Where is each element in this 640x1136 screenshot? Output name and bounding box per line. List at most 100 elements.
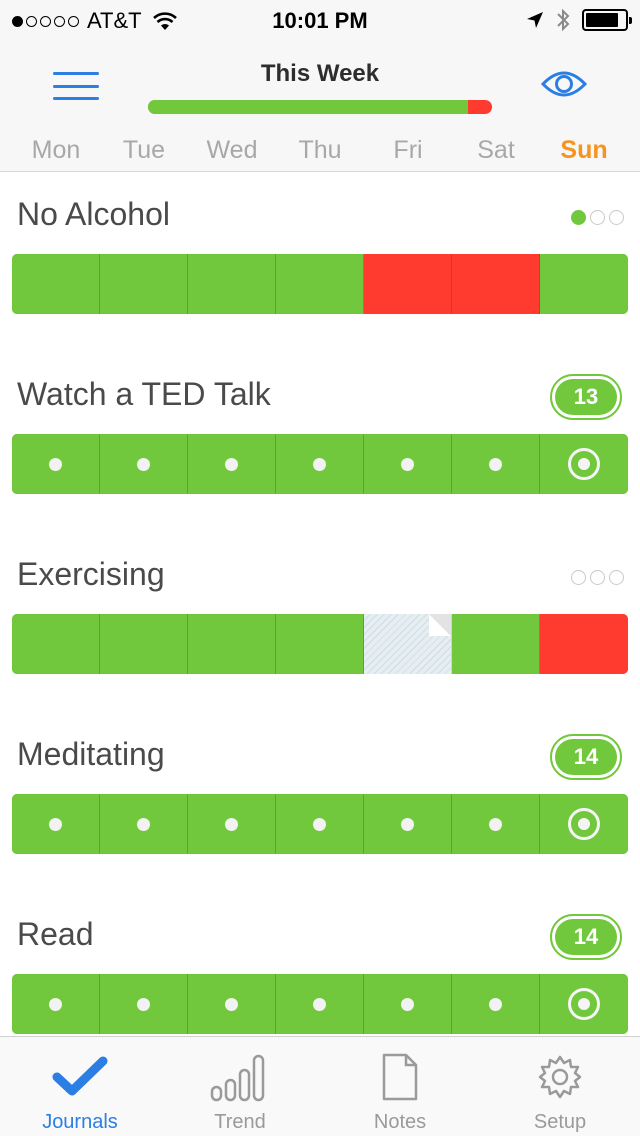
day-cell-sun[interactable] xyxy=(540,794,628,854)
day-cell-wed[interactable] xyxy=(188,614,276,674)
day-cell-wed[interactable] xyxy=(188,794,276,854)
week-progress-bar xyxy=(148,100,492,114)
day-cell-sat[interactable] xyxy=(452,434,540,494)
completed-dot-icon xyxy=(225,457,238,471)
progress-dot-icon xyxy=(609,210,624,225)
habit-row: No Alcohol xyxy=(0,172,640,352)
streak-count: 14 xyxy=(555,739,617,775)
tab-trend[interactable]: Trend xyxy=(160,1037,320,1136)
progress-dot-icon xyxy=(609,570,624,585)
day-cell-mon[interactable] xyxy=(12,794,100,854)
day-cell-wed[interactable] xyxy=(188,974,276,1034)
streak-count-badge[interactable]: 13 xyxy=(550,374,622,420)
day-cell-thu[interactable] xyxy=(276,434,364,494)
tab-journals[interactable]: Journals xyxy=(0,1037,160,1136)
location-arrow-icon xyxy=(527,12,543,28)
habit-name[interactable]: Meditating xyxy=(17,736,165,773)
document-icon xyxy=(320,1051,480,1103)
day-cell-sat[interactable] xyxy=(452,254,540,314)
day-cell-wed[interactable] xyxy=(188,254,276,314)
day-cell-wed[interactable] xyxy=(188,434,276,494)
completed-dot-icon xyxy=(489,997,502,1011)
bluetooth-icon xyxy=(557,8,570,32)
habit-week-bar xyxy=(12,254,628,314)
completed-dot-icon xyxy=(137,457,150,471)
day-cell-mon[interactable] xyxy=(12,434,100,494)
day-cell-fri[interactable] xyxy=(364,794,452,854)
completed-dot-icon xyxy=(49,817,62,831)
day-cell-mon[interactable] xyxy=(12,974,100,1034)
day-cell-sat[interactable] xyxy=(452,974,540,1034)
day-cell-sun[interactable] xyxy=(540,974,628,1034)
day-cell-sun[interactable] xyxy=(540,614,628,674)
habit-name[interactable]: Exercising xyxy=(17,556,165,593)
day-cell-fri[interactable] xyxy=(364,254,452,314)
gear-icon xyxy=(480,1051,640,1103)
completed-dot-icon xyxy=(313,817,326,831)
streak-count-badge[interactable]: 14 xyxy=(550,914,622,960)
bar-chart-icon xyxy=(160,1051,320,1103)
day-cell-thu[interactable] xyxy=(276,614,364,674)
battery-icon xyxy=(582,9,632,31)
habit-name[interactable]: Read xyxy=(17,916,94,953)
streak-count: 13 xyxy=(555,379,617,415)
view-toggle-button[interactable] xyxy=(540,66,588,102)
day-cell-thu[interactable] xyxy=(276,794,364,854)
completed-dot-icon xyxy=(225,817,238,831)
day-label-fri: Fri xyxy=(393,136,423,164)
completed-dot-icon xyxy=(137,817,150,831)
checkmark-icon xyxy=(0,1051,160,1103)
completed-dot-icon xyxy=(489,817,502,831)
day-cell-tue[interactable] xyxy=(100,794,188,854)
eye-icon xyxy=(540,71,588,97)
progress-dots xyxy=(571,570,624,585)
day-label-tue: Tue xyxy=(122,136,166,164)
completed-dot-icon xyxy=(137,997,150,1011)
streak-count-badge[interactable]: 14 xyxy=(550,734,622,780)
completed-dot-icon xyxy=(401,997,414,1011)
day-cell-tue[interactable] xyxy=(100,434,188,494)
tab-label: Trend xyxy=(214,1111,266,1133)
habit-week-bar xyxy=(12,794,628,854)
day-cell-fri[interactable] xyxy=(364,614,452,674)
tab-setup[interactable]: Setup xyxy=(480,1037,640,1136)
progress-dots xyxy=(571,210,624,225)
completed-dot-icon xyxy=(49,457,62,471)
habit-week-bar xyxy=(12,974,628,1034)
habit-row: Meditating 14 xyxy=(0,712,640,892)
day-cell-thu[interactable] xyxy=(276,974,364,1034)
progress-dot-icon xyxy=(571,210,586,225)
day-label-sun: Sun xyxy=(560,136,608,164)
today-target-icon xyxy=(568,808,600,840)
day-cell-tue[interactable] xyxy=(100,974,188,1034)
day-cell-mon[interactable] xyxy=(12,254,100,314)
tab-bar: Journals Trend Notes Setup xyxy=(0,1036,640,1136)
habit-name[interactable]: Watch a TED Talk xyxy=(17,376,271,413)
habit-row: Watch a TED Talk 13 xyxy=(0,352,640,532)
day-cell-sun[interactable] xyxy=(540,434,628,494)
day-cell-sun[interactable] xyxy=(540,254,628,314)
completed-dot-icon xyxy=(489,457,502,471)
habit-name[interactable]: No Alcohol xyxy=(17,196,170,233)
day-cell-thu[interactable] xyxy=(276,254,364,314)
day-cell-tue[interactable] xyxy=(100,254,188,314)
completed-dot-icon xyxy=(49,997,62,1011)
day-cell-mon[interactable] xyxy=(12,614,100,674)
completed-dot-icon xyxy=(313,457,326,471)
day-label-wed: Wed xyxy=(206,136,258,164)
week-progress-fill xyxy=(148,100,468,114)
day-cell-tue[interactable] xyxy=(100,614,188,674)
day-label-sat: Sat xyxy=(477,136,515,164)
day-cell-fri[interactable] xyxy=(364,434,452,494)
day-cell-sat[interactable] xyxy=(452,614,540,674)
tab-notes[interactable]: Notes xyxy=(320,1037,480,1136)
today-target-icon xyxy=(568,988,600,1020)
day-cell-sat[interactable] xyxy=(452,794,540,854)
tab-label: Journals xyxy=(42,1111,118,1133)
status-bar: AT&T 10:01 PM xyxy=(0,0,640,40)
completed-dot-icon xyxy=(225,997,238,1011)
today-target-icon xyxy=(568,448,600,480)
completed-dot-icon xyxy=(401,457,414,471)
streak-count: 14 xyxy=(555,919,617,955)
day-cell-fri[interactable] xyxy=(364,974,452,1034)
